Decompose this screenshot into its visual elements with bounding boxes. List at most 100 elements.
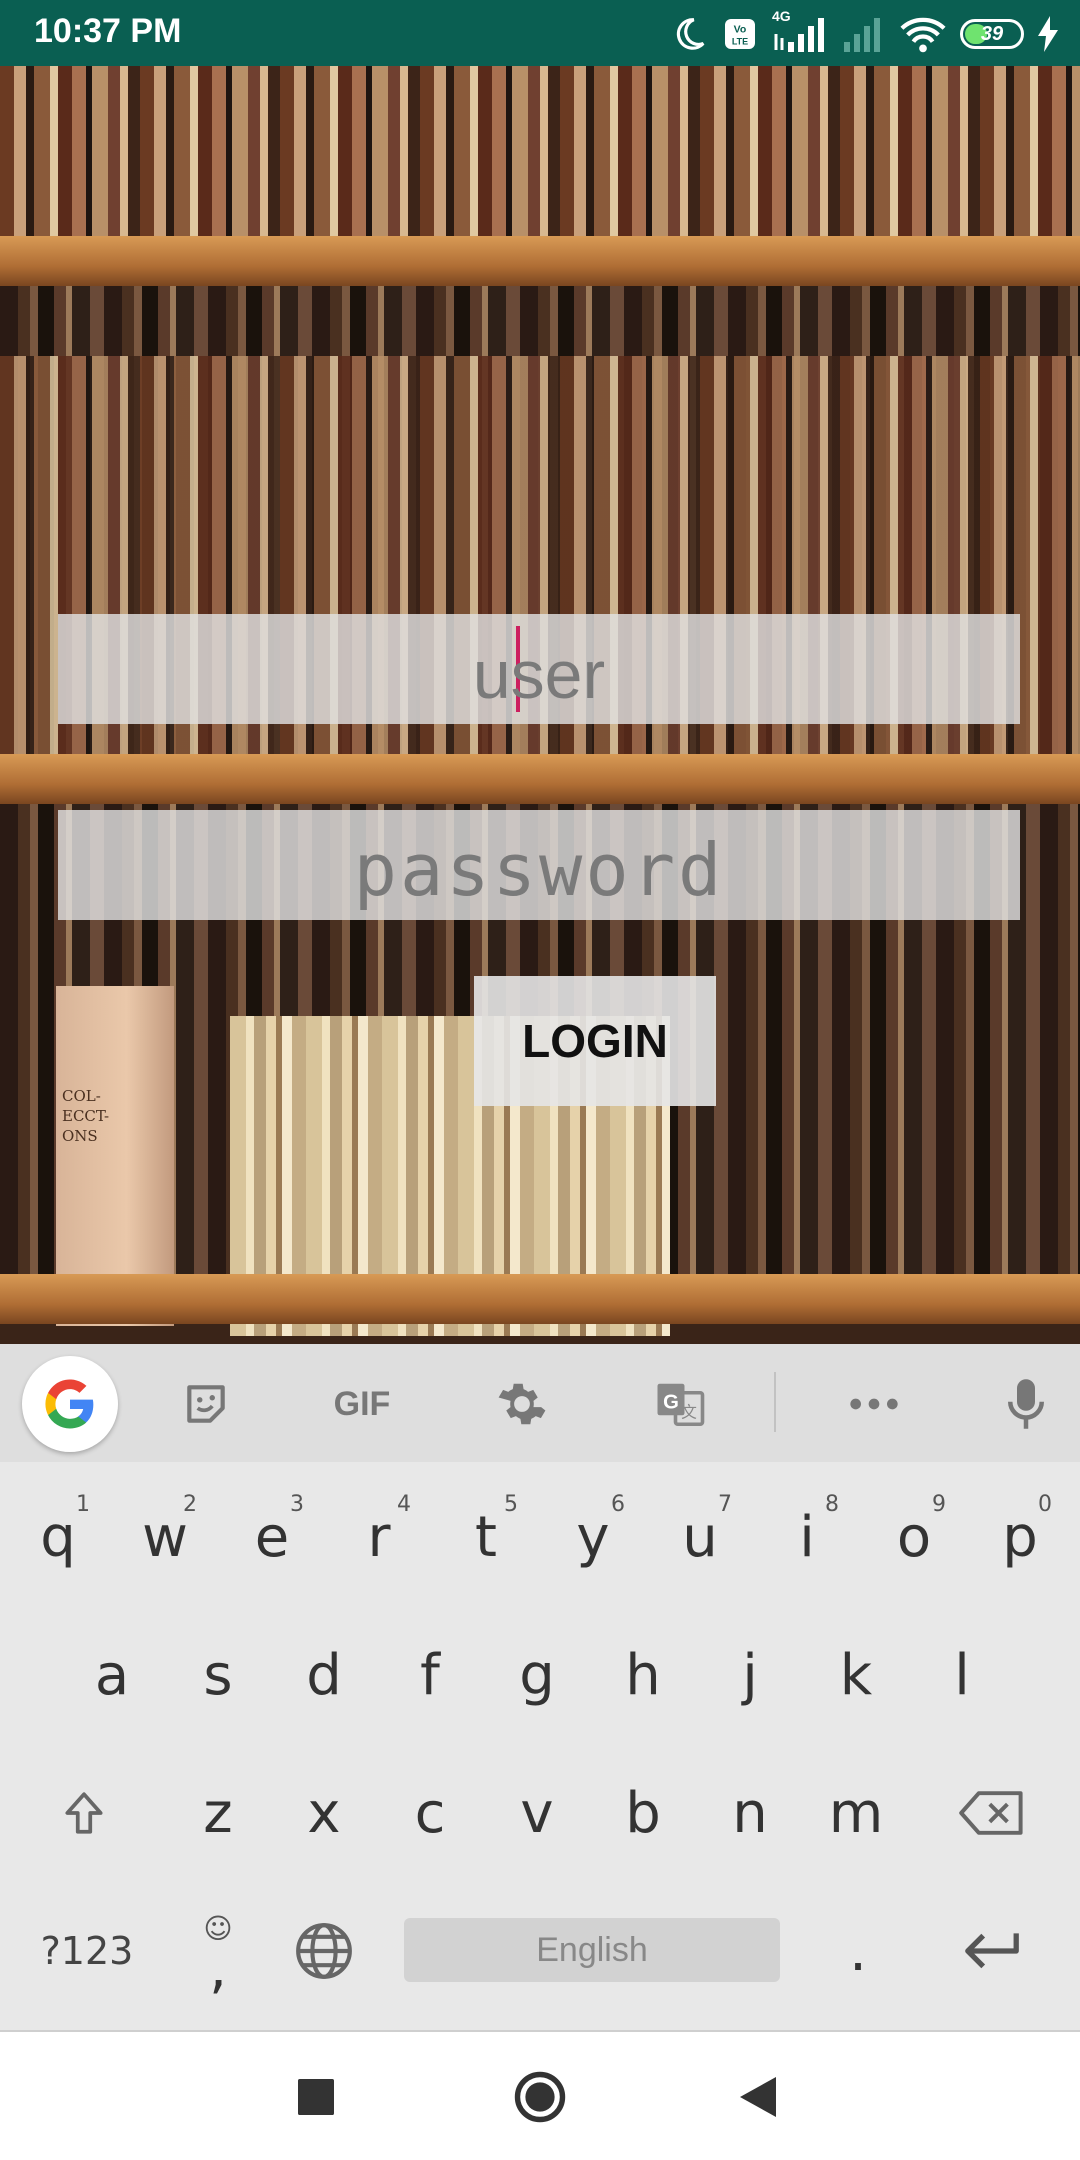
signal-empty-icon	[842, 14, 886, 54]
key-y[interactable]: y6	[543, 1482, 643, 1592]
more-icon[interactable]	[834, 1364, 914, 1444]
key-label: r	[367, 1504, 391, 1570]
svg-text:Vo: Vo	[734, 24, 747, 36]
backspace-key[interactable]	[942, 1758, 1042, 1868]
key-label: z	[203, 1780, 233, 1846]
key-c[interactable]: c	[380, 1758, 480, 1868]
key-hint: 0	[1038, 1492, 1052, 1517]
key-g[interactable]: g	[487, 1620, 587, 1730]
key-label: n	[732, 1780, 768, 1846]
key-hint: 2	[183, 1492, 197, 1517]
key-l[interactable]: l	[912, 1620, 1012, 1730]
key-m[interactable]: m	[806, 1758, 906, 1868]
key-label: a	[94, 1642, 130, 1708]
status-time: 10:37 PM	[34, 12, 182, 50]
space-bar[interactable]: English	[404, 1918, 780, 1982]
key-a[interactable]: a	[62, 1620, 162, 1730]
key-w[interactable]: w2	[115, 1482, 215, 1592]
key-label: l	[954, 1642, 970, 1708]
key-h[interactable]: h	[593, 1620, 693, 1730]
keyboard-toolbar: GIF G文	[0, 1344, 1080, 1462]
key-p[interactable]: p0	[970, 1482, 1070, 1592]
key-label: y	[576, 1504, 610, 1570]
home-icon[interactable]	[505, 2062, 575, 2132]
symbols-key[interactable]: ?123	[22, 1896, 152, 2006]
key-hint: 4	[397, 1492, 411, 1517]
key-n[interactable]: n	[700, 1758, 800, 1868]
signal-icon: 4G	[772, 8, 828, 54]
key-j[interactable]: j	[700, 1620, 800, 1730]
keyboard: GIF G文 q1 w2 e3 r4 t5 y6 u7 i8 o9 p0 a s…	[0, 1344, 1080, 2030]
sticker-icon[interactable]	[166, 1364, 246, 1444]
key-label: k	[839, 1642, 873, 1708]
login-button[interactable]: LOGIN	[474, 976, 716, 1106]
user-input[interactable]: user	[58, 614, 1020, 724]
key-label: s	[203, 1642, 233, 1708]
key-hint: 1	[76, 1492, 90, 1517]
settings-icon[interactable]	[482, 1364, 562, 1444]
key-f[interactable]: f	[380, 1620, 480, 1730]
globe-icon	[296, 1923, 352, 1979]
key-label: c	[414, 1780, 446, 1846]
recents-icon[interactable]	[281, 2062, 351, 2132]
key-hint: 3	[290, 1492, 304, 1517]
battery-icon: 39	[960, 19, 1024, 49]
gif-icon[interactable]: GIF	[322, 1364, 402, 1444]
key-t[interactable]: t5	[436, 1482, 536, 1592]
key-r[interactable]: r4	[329, 1482, 429, 1592]
key-z[interactable]: z	[168, 1758, 268, 1868]
key-s[interactable]: s	[168, 1620, 268, 1730]
key-label: j	[742, 1642, 758, 1708]
period-key[interactable]: .	[808, 1896, 908, 2006]
navigation-bar	[0, 2030, 1080, 2160]
comma-key[interactable]: ☺ ,	[168, 1896, 268, 2006]
key-q[interactable]: q1	[8, 1482, 108, 1592]
moon-icon	[670, 15, 708, 53]
user-placeholder: user	[472, 637, 606, 713]
enter-key[interactable]	[942, 1896, 1042, 2006]
key-label: w	[142, 1504, 188, 1570]
shift-key[interactable]	[34, 1758, 134, 1868]
key-label: v	[520, 1780, 554, 1846]
shelf	[0, 754, 1080, 804]
status-bar: 10:37 PM Vo LTE 4G 39	[0, 0, 1080, 66]
key-u[interactable]: u7	[650, 1482, 750, 1592]
network-type-label: 4G	[772, 8, 791, 24]
key-label: f	[420, 1642, 440, 1708]
key-label: t	[475, 1504, 497, 1570]
key-label: ,	[209, 1936, 227, 2001]
key-label: m	[828, 1780, 884, 1846]
key-v[interactable]: v	[487, 1758, 587, 1868]
key-label: q	[40, 1504, 76, 1570]
svg-text:文: 文	[681, 1403, 697, 1422]
language-key[interactable]	[274, 1896, 374, 2006]
key-k[interactable]: k	[806, 1620, 906, 1730]
charging-icon	[1038, 16, 1058, 52]
battery-level: 39	[980, 22, 1004, 45]
key-o[interactable]: o9	[864, 1482, 964, 1592]
password-placeholder: password	[353, 828, 725, 912]
shift-icon	[65, 1792, 103, 1834]
key-label: g	[519, 1642, 555, 1708]
key-e[interactable]: e3	[222, 1482, 322, 1592]
key-hint: 8	[825, 1492, 839, 1517]
password-input[interactable]: password	[58, 810, 1020, 920]
svg-text:LTE: LTE	[732, 37, 748, 47]
shelf	[0, 236, 1080, 286]
svg-text:G: G	[663, 1392, 679, 1414]
key-b[interactable]: b	[593, 1758, 693, 1868]
google-icon[interactable]	[22, 1356, 118, 1452]
translate-icon[interactable]: G文	[640, 1364, 720, 1444]
key-hint: 5	[504, 1492, 518, 1517]
book-spine-text: COL- ECCT- ONS	[62, 1087, 110, 1145]
key-x[interactable]: x	[274, 1758, 374, 1868]
back-icon[interactable]	[725, 2062, 795, 2132]
mic-icon[interactable]	[986, 1364, 1066, 1444]
key-d[interactable]: d	[274, 1620, 374, 1730]
key-i[interactable]: i8	[757, 1482, 857, 1592]
backspace-icon	[959, 1791, 1023, 1835]
wifi-icon	[900, 14, 946, 54]
volte-icon: Vo LTE	[722, 16, 758, 52]
key-label: p	[1002, 1504, 1038, 1570]
books-row-top	[0, 66, 1080, 256]
